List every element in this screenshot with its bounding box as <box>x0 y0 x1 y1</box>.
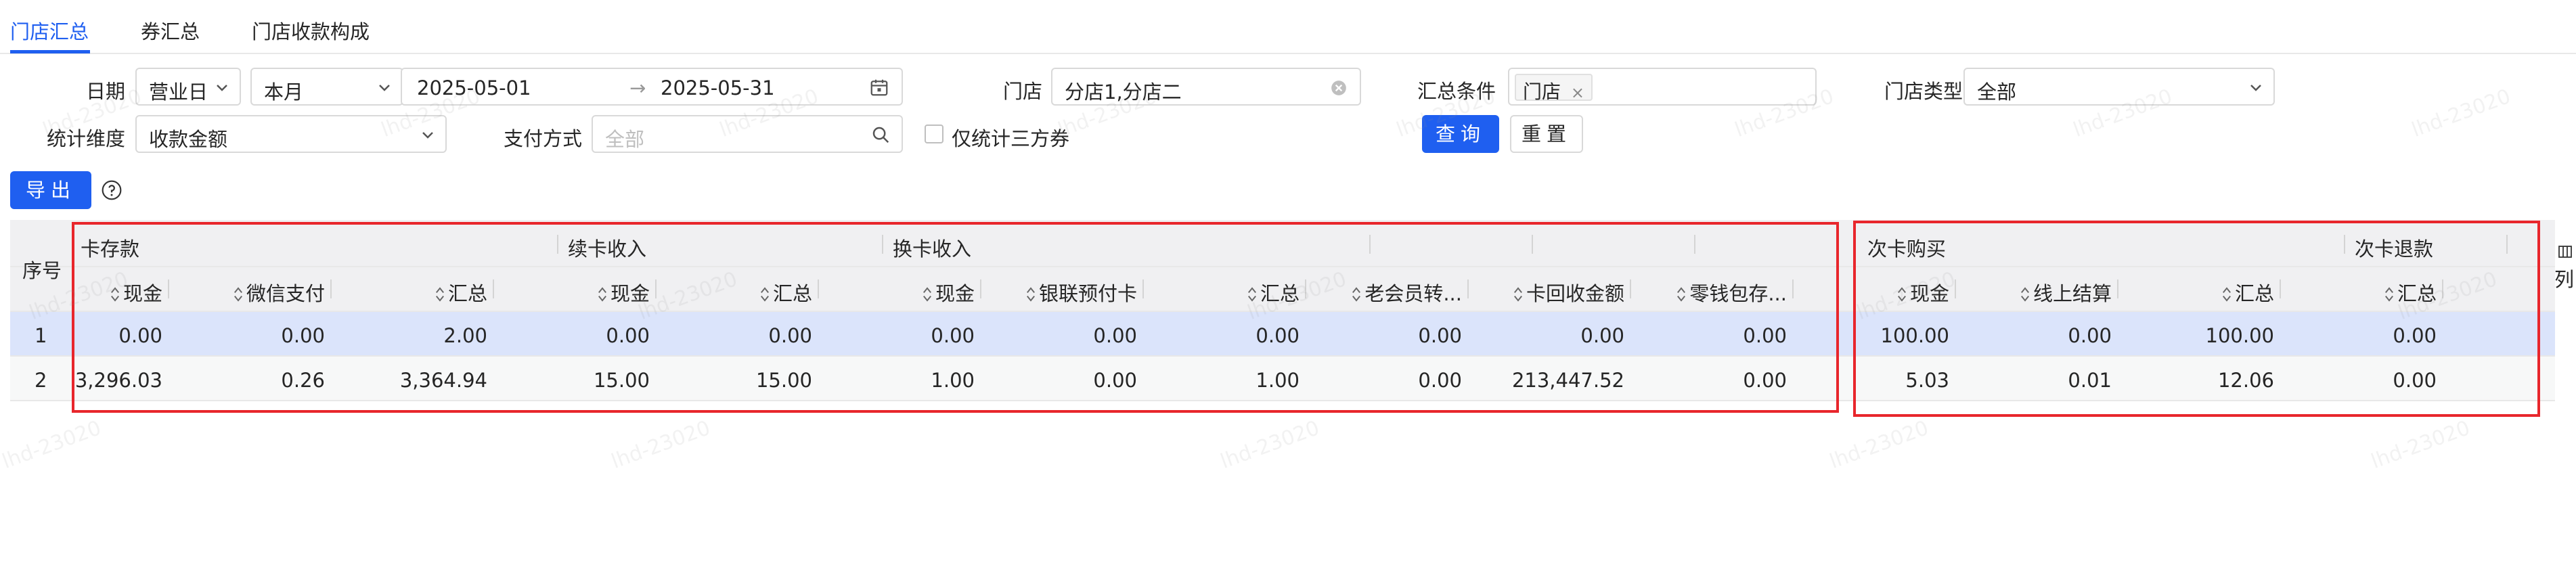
store-value: 分店1,分店二 <box>1065 81 1182 104</box>
tab-store-payment-composition[interactable]: 门店收款构成 <box>252 16 370 45</box>
start-date[interactable]: 2025-05-01 <box>417 76 531 99</box>
tab-coupon-summary[interactable]: 券汇总 <box>141 16 200 45</box>
payment-method-label: 支付方式 <box>503 127 582 150</box>
watermark-text: lhd-23020 <box>2368 415 2474 474</box>
summary-condition-tag-label: 门店 <box>1523 81 1561 103</box>
highlight-box-right <box>1853 221 2540 417</box>
summary-condition-select[interactable]: 门店 × <box>1508 68 1817 106</box>
third-party-only-checkbox[interactable] <box>925 125 943 143</box>
summary-condition-label: 汇总条件 <box>1417 80 1496 103</box>
chevron-down-icon <box>2250 85 2261 91</box>
highlight-box-left <box>72 222 1839 413</box>
third-party-only-label: 仅统计三方券 <box>952 127 1070 150</box>
chevron-down-icon <box>379 85 390 91</box>
reset-button[interactable]: 重置 <box>1510 115 1583 153</box>
store-select[interactable]: 分店1,分店二 <box>1051 68 1361 106</box>
stat-dimension-select[interactable]: 收款金额 <box>135 115 447 153</box>
payment-method-search[interactable]: 全部 <box>592 115 903 153</box>
date-type-select[interactable]: 营业日 <box>135 68 241 106</box>
row-index: 2 <box>35 369 47 392</box>
columns-icon <box>2558 246 2572 258</box>
store-type-select[interactable]: 全部 <box>1963 68 2275 106</box>
date-range-picker[interactable]: 2025-05-01 → 2025-05-31 <box>401 68 903 106</box>
columns-label: 列 <box>2554 268 2575 291</box>
store-type-label: 门店类型 <box>1884 80 1963 103</box>
stat-dimension-value: 收款金额 <box>149 128 228 151</box>
tag-close-icon[interactable]: × <box>1571 83 1584 102</box>
active-tab-indicator <box>10 50 90 53</box>
store-type-value: 全部 <box>1977 81 2017 104</box>
end-date[interactable]: 2025-05-31 <box>661 76 775 99</box>
column-settings-button[interactable]: 列 <box>2553 244 2576 298</box>
tab-bar: 门店汇总 券汇总 门店收款构成 <box>0 0 2576 54</box>
watermark-text: lhd-23020 <box>1217 415 1323 474</box>
chevron-down-icon <box>217 85 227 91</box>
payment-method-placeholder: 全部 <box>605 128 645 151</box>
stat-dimension-label: 统计维度 <box>46 127 125 150</box>
watermark-text: lhd-23020 <box>608 415 714 474</box>
help-icon[interactable] <box>101 179 123 201</box>
date-label: 日期 <box>85 80 125 103</box>
row-index: 1 <box>35 324 47 347</box>
summary-condition-tag: 门店 × <box>1515 74 1593 103</box>
export-button[interactable]: 导出 <box>10 171 91 209</box>
clear-icon[interactable] <box>1330 79 1348 97</box>
watermark-text: lhd-23020 <box>0 415 105 474</box>
store-label: 门店 <box>1002 80 1042 103</box>
chevron-down-icon <box>422 132 433 139</box>
tab-store-summary[interactable]: 门店汇总 <box>10 16 89 45</box>
date-type-value: 营业日 <box>149 81 208 104</box>
watermark-text: lhd-23020 <box>1826 415 1932 474</box>
watermark-text: lhd-23020 <box>2408 84 2514 143</box>
date-preset-value: 本月 <box>264 81 304 104</box>
query-button[interactable]: 查询 <box>1422 115 1499 153</box>
search-icon <box>872 127 889 143</box>
calendar-icon <box>870 79 888 96</box>
date-preset-select[interactable]: 本月 <box>250 68 403 106</box>
range-arrow: → <box>629 76 646 99</box>
